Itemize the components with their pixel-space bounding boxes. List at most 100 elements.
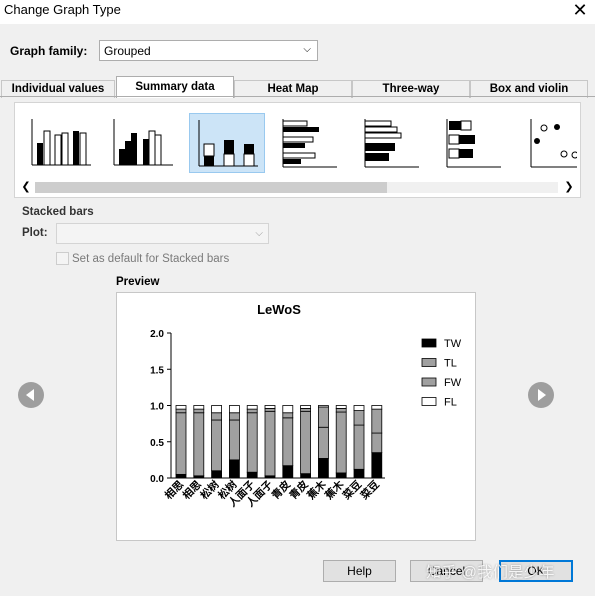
legend-swatch-tw	[421, 338, 437, 348]
x-tick-label: 青皮	[269, 478, 293, 502]
legend-swatch-fw	[421, 377, 437, 387]
bar-segment-fw	[371, 408, 383, 434]
scroll-right-icon[interactable]: ❯	[562, 179, 576, 196]
graph-gallery: ❮ ❯	[14, 102, 581, 198]
bar-segment-fw	[193, 408, 205, 414]
title-bar: Change Graph Type ✕	[0, 0, 595, 24]
set-default-label: Set as default for Stacked bars	[72, 253, 230, 265]
bar-segment-fw	[282, 412, 294, 419]
thumb-stacked-bars[interactable]	[189, 113, 265, 173]
preview-label: Preview	[116, 276, 160, 288]
bar-segment-fw	[353, 410, 365, 426]
set-default-checkbox[interactable]	[56, 252, 69, 265]
bar-segment-fw	[335, 408, 347, 413]
bar-segment-fl	[229, 405, 240, 414]
legend-label-tl: TL	[444, 358, 457, 370]
bar-segment-tw	[175, 473, 187, 479]
bar-segment-tl	[353, 424, 365, 470]
thumb-horizontal-bars[interactable]	[271, 113, 347, 173]
legend-label-tw: TW	[444, 338, 462, 350]
bar-segment-fw	[211, 412, 222, 421]
graph-family-value: Grouped	[104, 44, 151, 58]
bar-segment-fl	[211, 405, 222, 414]
bar-segment-fl	[175, 405, 187, 410]
y-tick-label: 0.0	[150, 474, 164, 485]
bar-segment-fw	[229, 412, 240, 421]
chevron-down-icon: ⌵	[255, 228, 263, 239]
bar-segment-fw	[246, 408, 258, 414]
thumb-grouped-bars[interactable]	[25, 113, 101, 173]
bar-segment-fl	[335, 405, 347, 409]
bar-segment-tw	[211, 470, 222, 479]
triangle-left-icon	[26, 389, 34, 401]
previous-arrow-button[interactable]	[18, 382, 44, 408]
plot-select[interactable]: ⌵	[56, 223, 269, 244]
scroll-left-icon[interactable]: ❮	[19, 179, 33, 196]
gallery-scrollbar[interactable]: ❮ ❯	[19, 179, 576, 196]
legend-swatch-tl	[421, 358, 437, 367]
x-tick-label: 蕉木	[322, 478, 346, 502]
bar-segment-fl	[371, 405, 383, 410]
bar-segment-tw	[229, 459, 240, 479]
bar-segment-tl	[371, 432, 383, 454]
y-tick-label: 1.5	[150, 365, 164, 376]
next-arrow-button[interactable]	[528, 382, 554, 408]
bar-segment-fl	[193, 405, 205, 410]
y-tick-label: 2.0	[150, 329, 164, 340]
bar-segment-fw	[300, 408, 312, 412]
window-title: Change Graph Type	[4, 2, 121, 17]
bar-segment-fl	[300, 405, 312, 409]
cancel-button[interactable]: Cancel	[410, 560, 483, 582]
help-button[interactable]: Help	[323, 560, 396, 582]
section-heading: Stacked bars	[22, 206, 94, 218]
scroll-thumb[interactable]	[35, 182, 387, 193]
chart-title: LeWoS	[257, 302, 301, 317]
ok-button[interactable]: OK	[499, 560, 573, 582]
thumb-grouped-bars-alt[interactable]	[107, 113, 183, 173]
graph-family-select[interactable]: Grouped ⌵	[99, 40, 318, 61]
bar-segment-fl	[317, 405, 329, 408]
legend-swatch-fl	[421, 397, 437, 406]
x-tick-label: 松树	[198, 478, 222, 502]
bar-segment-tl	[193, 412, 205, 477]
thumb-horizontal-bars-alt[interactable]	[435, 113, 511, 173]
preview-chart: LeWoS0.00.51.01.52.0相思相思松树松树人面子人面子青皮青皮蕉木…	[150, 302, 462, 509]
bar-segment-tl	[317, 426, 329, 459]
graph-family-label: Graph family:	[10, 44, 88, 58]
y-tick-label: 0.5	[150, 438, 164, 449]
x-tick-label: 相思	[162, 478, 186, 502]
thumb-horizontal-stacked-bars[interactable]	[353, 113, 429, 173]
y-tick-label: 1.0	[150, 402, 164, 413]
x-tick-label: 相思	[180, 478, 204, 502]
x-tick-label: 菜豆	[357, 478, 382, 503]
bar-segment-tl	[211, 419, 222, 472]
x-tick-label: 青皮	[287, 478, 311, 502]
bar-segment-tl	[335, 411, 347, 474]
bar-segment-tl	[229, 419, 240, 461]
bar-segment-fw	[317, 406, 329, 428]
bar-segment-tl	[264, 410, 276, 477]
bar-segment-tw	[282, 465, 294, 479]
bar-segment-tw	[246, 471, 258, 479]
triangle-right-icon	[538, 389, 546, 401]
plot-label: Plot:	[22, 227, 48, 239]
bar-segment-tl	[282, 417, 294, 467]
bar-segment-fl	[282, 405, 294, 414]
bar-segment-fw	[264, 408, 276, 412]
bar-segment-tw	[371, 452, 383, 479]
bar-segment-tw	[335, 472, 347, 479]
close-icon[interactable]: ✕	[571, 0, 589, 20]
bar-segment-tl	[246, 412, 258, 473]
bar-segment-tl	[300, 410, 312, 475]
bar-segment-tw	[317, 458, 329, 479]
preview-panel: LeWoS 0.0 0.5 1.0 1.5 2.0 相思 相思 松树 松树 人面子 人面子 青皮 青皮 蕉木…	[116, 292, 476, 541]
bar-segment-tw	[300, 473, 312, 479]
x-tick-label: 蕉木	[304, 478, 328, 502]
bar-segment-tl	[175, 412, 187, 475]
scroll-track[interactable]	[35, 182, 558, 193]
tab-summary-data[interactable]: Summary data	[116, 76, 234, 98]
legend-label-fw: FW	[444, 377, 462, 389]
chevron-down-icon: ⌵	[303, 44, 311, 55]
bar-segment-tw	[353, 468, 365, 479]
thumb-scatter-dots[interactable]	[517, 113, 577, 173]
